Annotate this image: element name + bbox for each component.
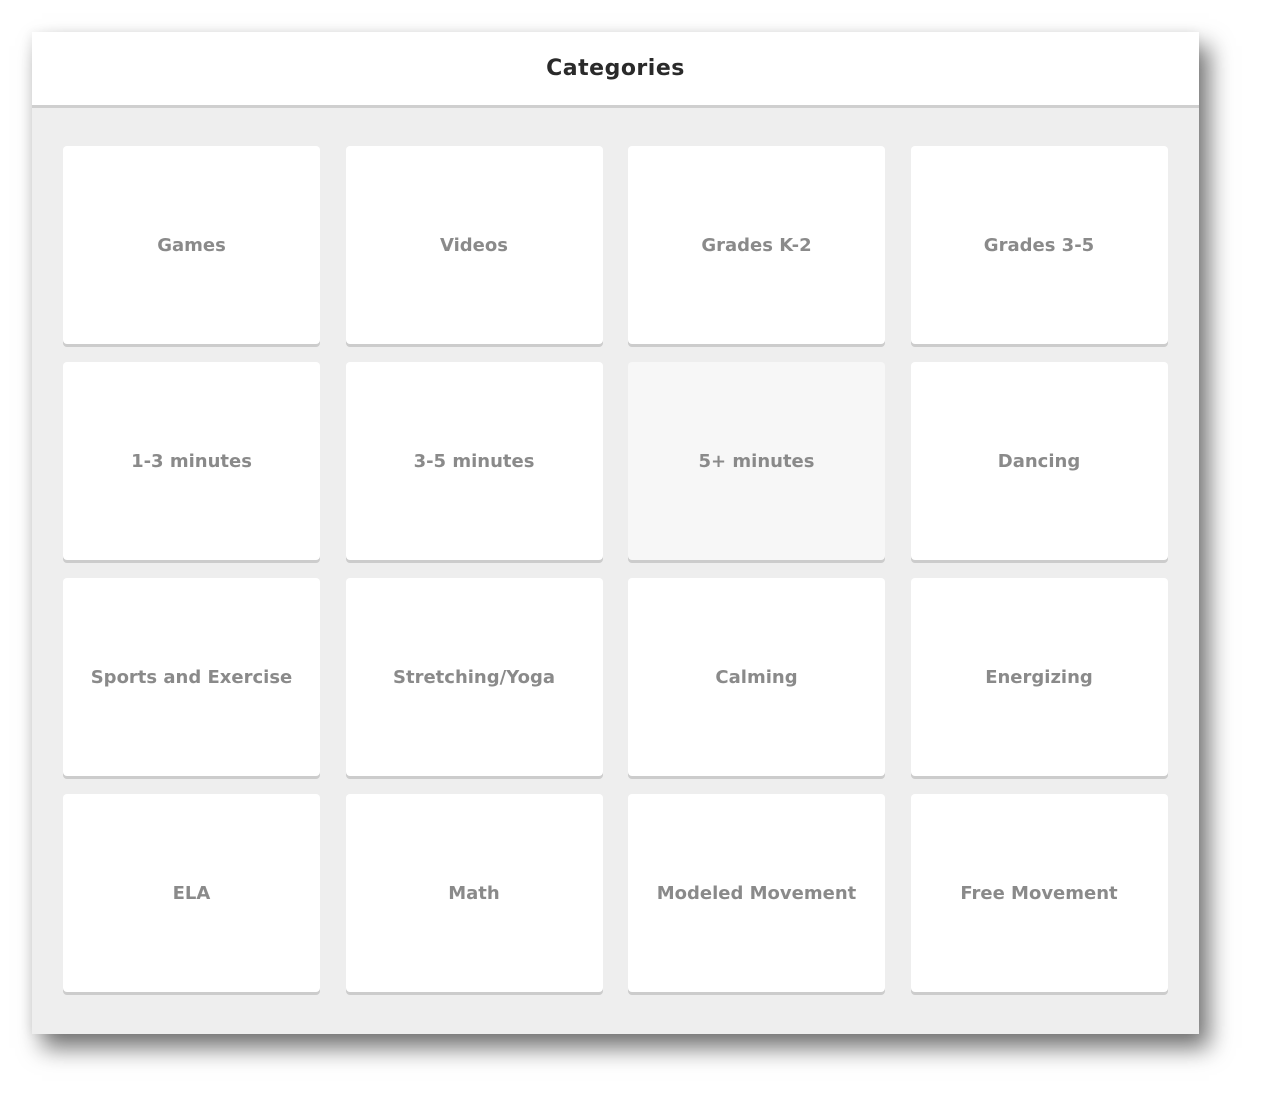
category-label: Calming <box>715 666 798 688</box>
category-label: Energizing <box>985 666 1093 688</box>
category-tile-1-3-minutes[interactable]: 1-3 minutes <box>63 362 320 560</box>
page-title: Categories <box>546 56 685 81</box>
category-label: Stretching/Yoga <box>393 666 555 688</box>
category-tile-grades-3-5[interactable]: Grades 3-5 <box>910 146 1168 344</box>
category-tile-math[interactable]: Math <box>345 794 603 992</box>
category-label: Math <box>448 882 500 904</box>
category-label: ELA <box>172 882 211 904</box>
category-tile-modeled-movement[interactable]: Modeled Movement <box>628 794 885 992</box>
category-label: Free Movement <box>960 882 1118 904</box>
category-label: Modeled Movement <box>656 882 857 904</box>
category-label: 5+ minutes <box>698 450 815 472</box>
category-label: Grades 3-5 <box>983 234 1095 256</box>
category-grid: Games Videos Grades K-2 Grades 3-5 1-3 m… <box>63 146 1168 992</box>
category-tile-free-movement[interactable]: Free Movement <box>910 794 1168 992</box>
category-tile-calming[interactable]: Calming <box>628 578 885 776</box>
category-label: Grades K-2 <box>701 234 812 256</box>
category-tile-games[interactable]: Games <box>63 146 320 344</box>
category-tile-videos[interactable]: Videos <box>345 146 603 344</box>
category-tile-5-plus-minutes[interactable]: 5+ minutes <box>628 362 885 560</box>
category-label: Games <box>157 234 226 256</box>
category-tile-grades-k-2[interactable]: Grades K-2 <box>628 146 885 344</box>
category-tile-dancing[interactable]: Dancing <box>910 362 1168 560</box>
category-tile-stretching-yoga[interactable]: Stretching/Yoga <box>345 578 603 776</box>
category-tile-3-5-minutes[interactable]: 3-5 minutes <box>345 362 603 560</box>
category-tile-sports-and-exercise[interactable]: Sports and Exercise <box>63 578 320 776</box>
category-label: Dancing <box>997 450 1081 472</box>
category-label: 1-3 minutes <box>131 450 252 472</box>
category-label: Sports and Exercise <box>90 666 293 688</box>
category-label: Videos <box>440 234 508 256</box>
category-label: 3-5 minutes <box>413 450 535 472</box>
header: Categories <box>32 32 1199 108</box>
category-tile-energizing[interactable]: Energizing <box>910 578 1168 776</box>
category-tile-ela[interactable]: ELA <box>63 794 320 992</box>
categories-panel: Categories Games Videos Grades K-2 Grade… <box>32 32 1199 1034</box>
